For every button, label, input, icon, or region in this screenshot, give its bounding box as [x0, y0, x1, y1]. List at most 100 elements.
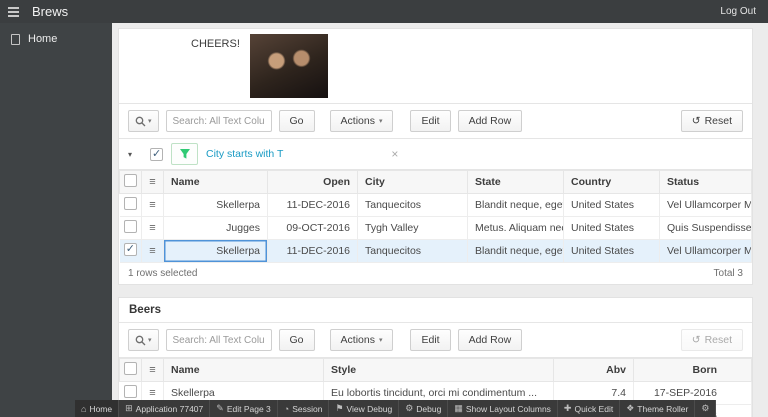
- hamburger-menu-icon[interactable]: [0, 0, 26, 23]
- search-input[interactable]: [165, 110, 272, 132]
- sidebar-item-home[interactable]: Home: [0, 23, 112, 55]
- table-row[interactable]: ≡ Jugges 09-OCT-2016 Tygh Valley Metus. …: [119, 216, 752, 240]
- logout-link[interactable]: Log Out: [720, 6, 756, 17]
- chevron-down-icon: ▾: [148, 118, 152, 125]
- devbar-application[interactable]: ⊞ Application 77407: [119, 400, 211, 417]
- cell-state[interactable]: Blandit neque, eget pretiu...: [467, 193, 564, 217]
- devbar-session[interactable]: ◔ Session: [278, 400, 330, 417]
- cell-state[interactable]: Blandit neque, eget pretiu...: [467, 239, 564, 263]
- selected-count: 1 rows selected: [128, 268, 198, 279]
- devbar-edit-page[interactable]: ✎ Edit Page 3: [210, 400, 278, 417]
- col-header-open[interactable]: Open: [267, 170, 358, 194]
- col-header-style[interactable]: Style: [323, 358, 554, 382]
- row-menu-icon[interactable]: ≡: [149, 387, 155, 399]
- edit-button[interactable]: Edit: [410, 110, 451, 132]
- beers-region: Beers ▾ Go Actions ▾ Edit Add Row ↺ Rese…: [118, 297, 753, 417]
- debug-icon: ⚙: [405, 403, 414, 413]
- cell-state[interactable]: Metus. Aliquam nec blandit...: [467, 216, 564, 240]
- cell-country[interactable]: United States: [563, 193, 660, 217]
- search-icon: [135, 116, 146, 126]
- app-title: Brews: [32, 4, 69, 19]
- row-checkbox[interactable]: [123, 220, 137, 233]
- filter-remove-icon[interactable]: ×: [391, 147, 398, 161]
- col-header-abv[interactable]: Abv: [553, 358, 634, 382]
- session-icon: ◔: [283, 403, 290, 414]
- cell-open[interactable]: 11-DEC-2016: [267, 193, 358, 217]
- devbar-home[interactable]: ⌂ Home: [75, 400, 120, 417]
- reset-icon: ↺: [691, 115, 701, 127]
- cell-city[interactable]: Tanquecitos: [357, 193, 468, 217]
- cheers-label: CHEERS!: [191, 38, 240, 50]
- search-options-button[interactable]: ▾: [128, 329, 159, 351]
- select-all-checkbox[interactable]: [124, 174, 137, 187]
- actions-button[interactable]: Actions ▾: [329, 110, 394, 132]
- row-menu-icon[interactable]: ≡: [149, 222, 155, 234]
- reset-icon: ↺: [691, 334, 701, 346]
- layout-columns-icon: ▦: [454, 403, 463, 413]
- col-header-born[interactable]: Born: [633, 358, 752, 382]
- devbar-settings[interactable]: ⚙: [695, 400, 717, 417]
- row-checkbox[interactable]: [123, 197, 137, 210]
- reset-button[interactable]: ↺ Reset: [680, 110, 743, 132]
- row-checkbox[interactable]: [123, 385, 137, 398]
- total-count: Total 3: [713, 268, 743, 279]
- edit-button[interactable]: Edit: [410, 329, 451, 351]
- cell-open[interactable]: 09-OCT-2016: [267, 216, 358, 240]
- cell-city[interactable]: Tygh Valley: [357, 216, 468, 240]
- cell-country[interactable]: United States: [563, 216, 660, 240]
- home-icon: ⌂: [81, 403, 87, 414]
- cell-name[interactable]: Skellerpa: [163, 193, 268, 217]
- actions-button[interactable]: Actions ▾: [329, 329, 394, 351]
- row-menu-icon: ≡: [149, 364, 156, 376]
- filter-label[interactable]: City starts with T: [206, 148, 283, 160]
- application-icon: ⊞: [125, 403, 133, 413]
- add-row-button[interactable]: Add Row: [457, 110, 523, 132]
- row-menu-icon[interactable]: ≡: [149, 245, 155, 257]
- devbar-quick-edit[interactable]: ✚ Quick Edit: [558, 400, 621, 417]
- filter-row: ▾ City starts with T ×: [119, 139, 752, 170]
- devbar-theme-roller[interactable]: ❖ Theme Roller: [620, 400, 696, 417]
- filter-expand-icon[interactable]: ▾: [128, 150, 142, 159]
- grid-header-row: ≡ Name Open City State Country Status: [119, 170, 752, 194]
- row-menu-icon[interactable]: ≡: [149, 199, 155, 211]
- row-checkbox[interactable]: [123, 243, 137, 256]
- developer-toolbar: ⌂ Home ⊞ Application 77407 ✎ Edit Page 3 ◔ S…: [75, 400, 717, 417]
- search-input[interactable]: [165, 329, 272, 351]
- theme-roller-icon: ❖: [626, 403, 635, 413]
- filter-funnel-icon: [179, 149, 190, 159]
- go-button[interactable]: Go: [278, 329, 315, 351]
- col-header-state[interactable]: State: [467, 170, 564, 194]
- cell-city[interactable]: Tanquecitos: [357, 239, 468, 263]
- filter-chip[interactable]: [171, 143, 198, 165]
- table-row[interactable]: ≡ Skellerpa 11-DEC-2016 Tanquecitos Blan…: [119, 193, 752, 217]
- devbar-debug[interactable]: ⚙ Debug: [399, 400, 449, 417]
- chevron-down-icon: ▾: [148, 337, 152, 344]
- col-header-status[interactable]: Status: [659, 170, 752, 194]
- cell-country[interactable]: United States: [563, 239, 660, 263]
- quick-edit-icon: ✚: [563, 403, 572, 413]
- cell-status[interactable]: Quis Suspendisse Aliqu...: [659, 216, 752, 240]
- search-icon: [135, 335, 146, 345]
- col-header-name[interactable]: Name: [163, 358, 324, 382]
- table-row-selected[interactable]: ≡ Skellerpa 11-DEC-2016 Tanquecitos Blan…: [119, 239, 752, 263]
- cell-status[interactable]: Vel Ullamcorper Metus ...: [659, 239, 752, 263]
- chevron-down-icon: ▾: [378, 118, 383, 125]
- app-header: Brews Log Out: [0, 0, 768, 23]
- cell-open[interactable]: 11-DEC-2016: [267, 239, 358, 263]
- filter-enabled-checkbox[interactable]: [150, 147, 163, 161]
- cell-status[interactable]: Vel Ullamcorper Metus ...: [659, 193, 752, 217]
- add-row-button[interactable]: Add Row: [457, 329, 523, 351]
- select-all-checkbox[interactable]: [124, 362, 137, 375]
- col-header-city[interactable]: City: [357, 170, 468, 194]
- col-header-country[interactable]: Country: [563, 170, 660, 194]
- devbar-view-debug[interactable]: ⚑ View Debug: [329, 400, 400, 417]
- reset-button: ↺ Reset: [680, 329, 743, 351]
- gear-icon: ⚙: [701, 403, 710, 413]
- col-header-name[interactable]: Name: [163, 170, 268, 194]
- devbar-show-layout-columns[interactable]: ▦ Show Layout Columns: [448, 400, 558, 417]
- cell-name[interactable]: Skellerpa: [163, 239, 268, 263]
- search-options-button[interactable]: ▾: [128, 110, 159, 132]
- main-content: CHEERS! ▾ Go Actions ▾ Edit Add Row ↺ Re…: [112, 23, 768, 417]
- cell-name[interactable]: Jugges: [163, 216, 268, 240]
- go-button[interactable]: Go: [278, 110, 315, 132]
